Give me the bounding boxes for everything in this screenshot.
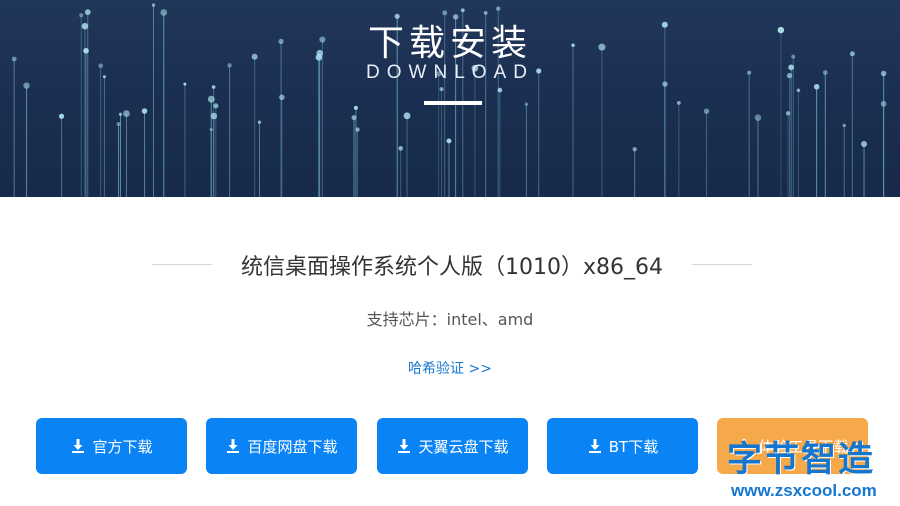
tianyi-cloud-download-button[interactable]: 天翼云盘下载 (377, 418, 528, 474)
hero-light-dot (676, 101, 681, 105)
download-icon (227, 439, 240, 453)
hero-light-dot (353, 105, 358, 110)
hero-light-dot (211, 85, 216, 89)
watermark-text: 字节智造 (727, 440, 876, 480)
download-icon (588, 439, 601, 453)
hero-light-dot (460, 8, 465, 13)
hero-light-dot (632, 147, 637, 152)
baidu-pan-download-button[interactable]: 百度网盘下载 (206, 418, 357, 474)
hero-light-dot (141, 108, 148, 114)
hero-light-dot (880, 100, 887, 107)
button-label: BT下载 (608, 437, 659, 456)
hero-light-dot (703, 108, 710, 114)
hero-light-dot (58, 113, 65, 119)
hero-light-dot (796, 88, 801, 93)
hero-light-dot (123, 110, 130, 117)
hero-light-dot (403, 112, 411, 120)
hero-light-dot (813, 83, 820, 90)
hero-light-dot (446, 138, 452, 144)
button-label: 官方下载 (92, 437, 153, 456)
hero-light-dot (355, 127, 360, 132)
hero-light-dot (497, 87, 503, 93)
hero-light-dot (842, 123, 846, 128)
bt-download-button[interactable]: BT下载 (547, 418, 698, 474)
hero-light-dot (439, 87, 444, 92)
button-label: 百度网盘下载 (247, 437, 338, 456)
product-title-row: 统信桌面操作系统个人版（1010）x86_64 (0, 244, 900, 284)
hero-banner: 下载安装 DOWNLOAD (0, 0, 900, 197)
button-label: 天翼云盘下载 (418, 437, 509, 456)
hero-light-dot (861, 141, 868, 148)
hero-underline (424, 101, 482, 105)
download-icon (72, 439, 85, 453)
watermark-url: www.zsxcool.com (731, 481, 877, 500)
hash-verify-link[interactable]: 哈希验证 >> (0, 358, 900, 378)
hero-light-dot (257, 120, 262, 124)
hero-light-dot (524, 102, 529, 106)
hero-light-dot (398, 146, 403, 151)
hero-subtitle: DOWNLOAD (366, 62, 534, 83)
title-divider-right (692, 264, 752, 265)
download-icon (398, 439, 411, 453)
hero-light-dot (496, 6, 501, 11)
hero-light-dot (118, 112, 123, 116)
title-divider-left (152, 264, 212, 265)
hero-title: 下载安装 (367, 23, 532, 64)
hero-light-dot (279, 94, 285, 101)
hero-light-dot (207, 95, 215, 103)
chip-support-text: 支持芯片：intel、amd (366, 310, 534, 329)
hero-light-dot (151, 3, 156, 7)
official-download-button[interactable]: 官方下载 (36, 418, 187, 474)
hero-light-dot (754, 114, 762, 121)
hero-light-dot (351, 115, 357, 121)
product-title: 统信桌面操作系统个人版（1010）x86_64 (241, 255, 663, 280)
hero-light-dot (785, 111, 791, 116)
